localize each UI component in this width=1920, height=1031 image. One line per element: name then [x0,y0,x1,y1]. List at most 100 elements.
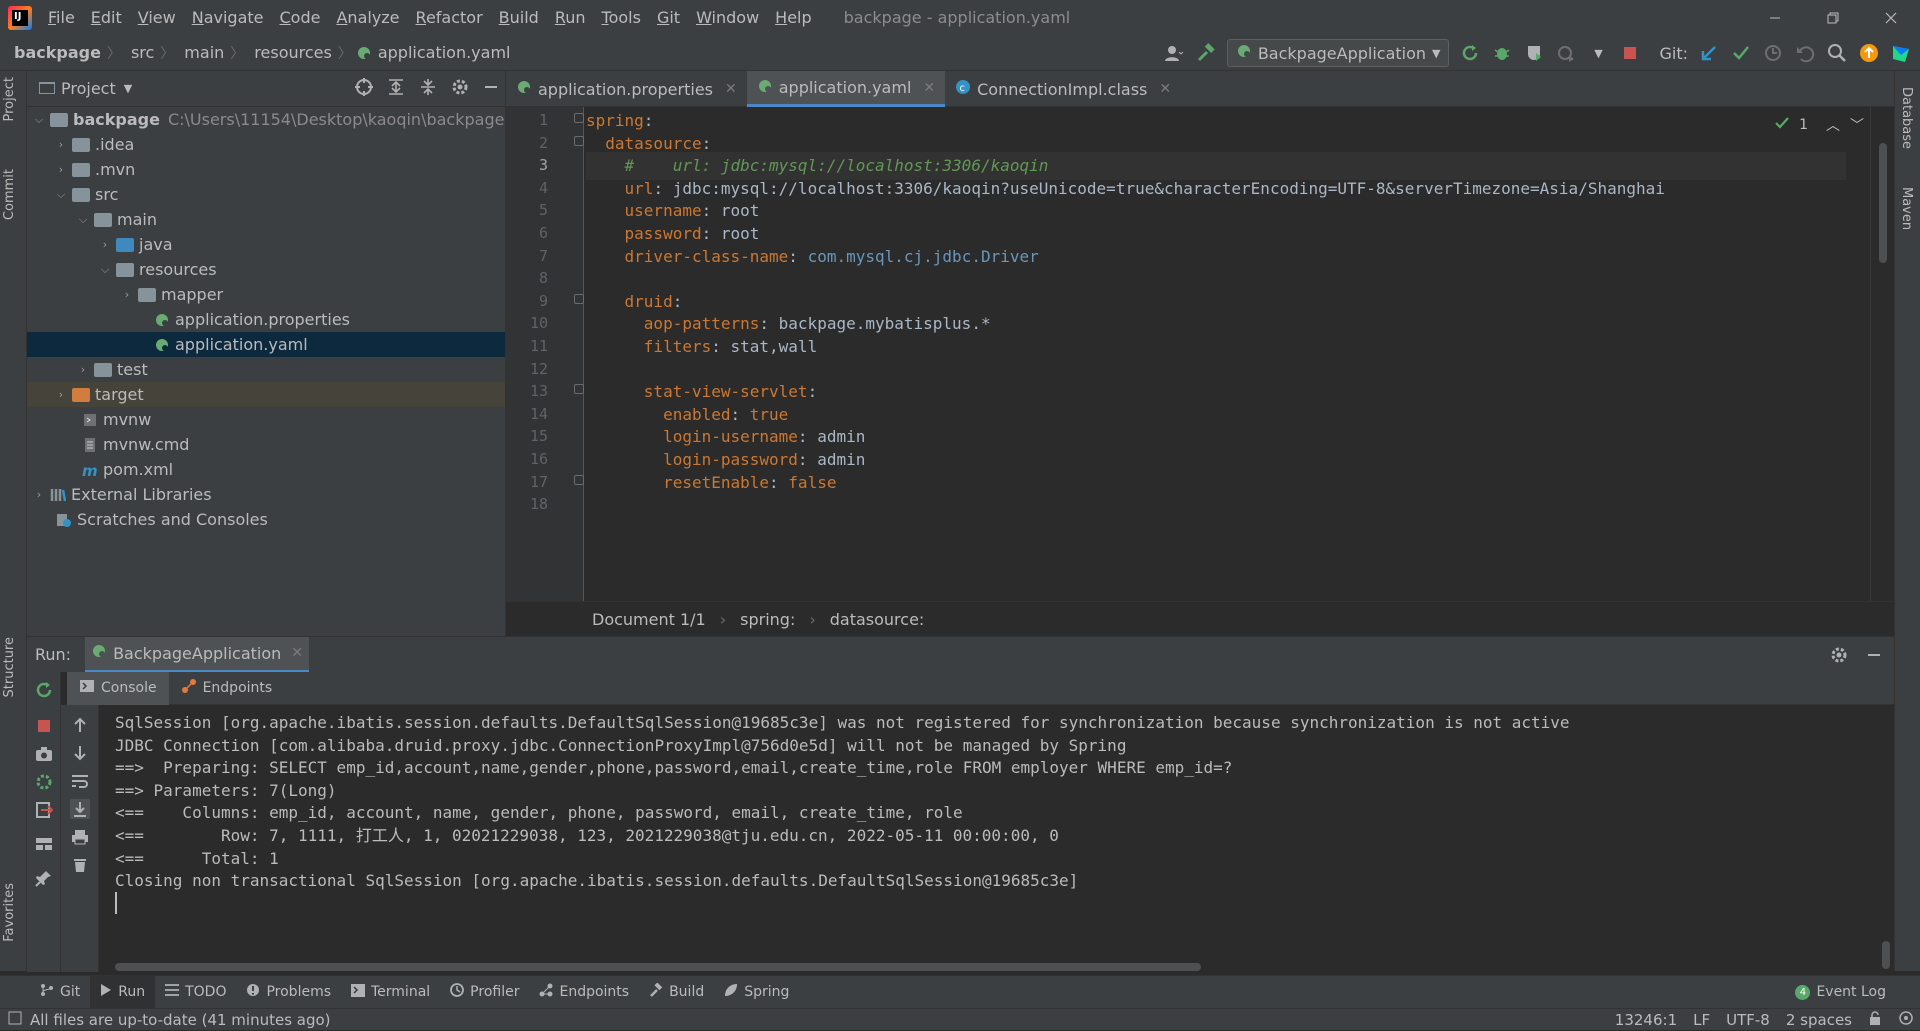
close-icon[interactable]: ✕ [725,81,737,97]
gear-icon[interactable] [1830,646,1848,668]
git-commit-check-icon[interactable] [1730,42,1752,64]
caret-position[interactable]: 13246:1 [1615,1011,1677,1029]
scroll-to-end-icon[interactable] [70,799,90,819]
stop-icon[interactable] [1619,42,1641,64]
status-message[interactable]: All files are up-to-date (41 minutes ago… [30,1011,331,1029]
line-separator[interactable]: LF [1693,1011,1710,1029]
chevron-right-icon[interactable]: › [53,137,69,153]
git-rollback-icon[interactable] [1794,42,1816,64]
tree-item-main[interactable]: ⌵ main [27,207,505,232]
chevron-down-icon[interactable]: ⌵ [75,212,91,228]
ide-update-icon[interactable] [1858,42,1880,64]
menu-file[interactable]: File [40,0,83,35]
profiler-icon[interactable] [1555,42,1577,64]
chevron-right-icon[interactable]: › [53,387,69,403]
breadcrumb-file[interactable]: application.yaml [372,43,513,62]
tree-item-target[interactable]: › target [27,382,505,407]
database-tool-tab[interactable]: Database [1899,87,1914,149]
restore-button[interactable] [1804,0,1862,35]
hide-panel-icon[interactable] [483,79,499,99]
tab-application-yaml[interactable]: application.yaml ✕ [746,71,946,107]
add-user-icon[interactable] [1163,42,1185,64]
pin-icon[interactable] [34,868,54,888]
tool-git[interactable]: Git [30,976,90,1009]
tree-item-application-properties[interactable]: application.properties [27,307,505,332]
menu-edit[interactable]: Edit [83,0,130,35]
search-icon[interactable] [1826,42,1848,64]
tree-item-mvn[interactable]: › .mvn [27,157,505,182]
breadcrumb-project[interactable]: backpage [8,43,103,62]
tool-spring[interactable]: Spring [714,976,799,1009]
commit-tool-tab[interactable]: Commit [2,169,17,220]
chevron-right-icon[interactable]: › [53,162,69,178]
chevron-right-icon[interactable]: › [97,237,113,253]
tool-run[interactable]: Run [90,975,156,1009]
tree-item-scratches[interactable]: Scratches and Consoles [27,507,505,532]
tool-profiler[interactable]: Profiler [440,976,529,1009]
menu-analyze[interactable]: Analyze [328,0,407,35]
rerun-icon[interactable] [34,680,54,700]
fold-marker-icon[interactable] [574,474,584,485]
tool-endpoints[interactable]: Endpoints [529,976,639,1009]
tree-item-external-libraries[interactable]: › External Libraries [27,482,505,507]
tab-endpoints[interactable]: Endpoints [169,672,285,705]
breadcrumb-datasource[interactable]: datasource: [830,610,925,629]
chevron-right-icon[interactable]: › [31,487,47,503]
lock-icon[interactable] [1868,1011,1882,1029]
tool-event-log[interactable]: 4 Event Log [1785,976,1896,1009]
git-history-icon[interactable] [1762,42,1784,64]
chevron-down-icon[interactable]: ▼ [124,82,132,95]
toggle-tool-windows-icon[interactable] [8,1011,22,1029]
editor-scrollbar[interactable] [1870,107,1894,601]
chevron-right-icon[interactable]: › [75,362,91,378]
menu-build[interactable]: Build [491,0,547,35]
tab-console[interactable]: Console [67,671,169,705]
tree-item-mvnw[interactable]: mvnw [27,407,505,432]
console-horizontal-scrollbar[interactable] [115,963,1201,971]
tool-todo[interactable]: TODO [155,976,236,1009]
project-view-title[interactable]: Project [61,79,116,98]
trash-icon[interactable] [70,855,90,875]
layout-icon[interactable] [34,834,54,854]
run-configuration-select[interactable]: BackpageApplication ▼ [1226,39,1450,67]
tree-item-resources[interactable]: ⌵ resources [27,257,505,282]
file-encoding[interactable]: UTF-8 [1726,1011,1770,1029]
run-tab-backpage-application[interactable]: BackpageApplication ✕ [85,636,310,673]
gear-icon[interactable] [451,78,469,100]
breadcrumb-spring[interactable]: spring: [740,610,795,629]
chevron-down-icon[interactable]: ﹀ [1850,115,1864,135]
tab-application-properties[interactable]: application.properties ✕ [506,71,747,107]
print-icon[interactable] [70,827,90,847]
breadcrumb-main[interactable]: main [178,43,226,62]
memory-indicator-icon[interactable] [1898,1011,1914,1029]
arrow-down-icon[interactable] [70,743,90,763]
chevron-down-icon[interactable]: ⌵ [53,187,69,203]
editor-scroll-thumb[interactable] [1879,143,1887,263]
code-editor[interactable]: 1 2 3 4 5 6 7 8 9 10 11 12 13 14 15 16 17 18 spring: data… [506,107,1894,601]
collapse-all-icon[interactable] [419,78,437,100]
tree-item-mapper[interactable]: › mapper [27,282,505,307]
jetbrains-toolbox-icon[interactable] [1890,42,1912,64]
breadcrumb-document[interactable]: Document 1/1 [592,610,706,629]
stop-icon[interactable] [34,716,54,736]
menu-view[interactable]: View [130,0,184,35]
git-update-icon[interactable] [1698,42,1720,64]
chevron-down-icon[interactable]: ⌵ [31,112,47,128]
build-hammer-icon[interactable] [1195,42,1217,64]
tree-item-mvnw-cmd[interactable]: mvnw.cmd [27,432,505,457]
fold-marker-icon[interactable] [574,135,584,146]
console-vertical-scrollbar[interactable] [1882,941,1890,969]
exit-icon[interactable] [34,800,54,820]
menu-help[interactable]: Help [767,0,819,35]
tree-item-pom-xml[interactable]: m pom.xml [27,457,505,482]
close-window-button[interactable] [1862,0,1920,35]
tree-root-backpage[interactable]: ⌵ backpage C:\Users\11154\Desktop\kaoqin… [27,107,505,132]
fold-marker-icon[interactable] [574,293,584,304]
close-icon[interactable]: ✕ [923,80,935,96]
tool-build[interactable]: Build [639,976,714,1009]
close-icon[interactable]: ✕ [1159,81,1171,97]
more-run-options-icon[interactable]: ▼ [1587,42,1609,64]
tool-terminal[interactable]: Terminal [341,976,440,1009]
menu-run[interactable]: Run [547,0,594,35]
rerun-icon[interactable] [1459,42,1481,64]
